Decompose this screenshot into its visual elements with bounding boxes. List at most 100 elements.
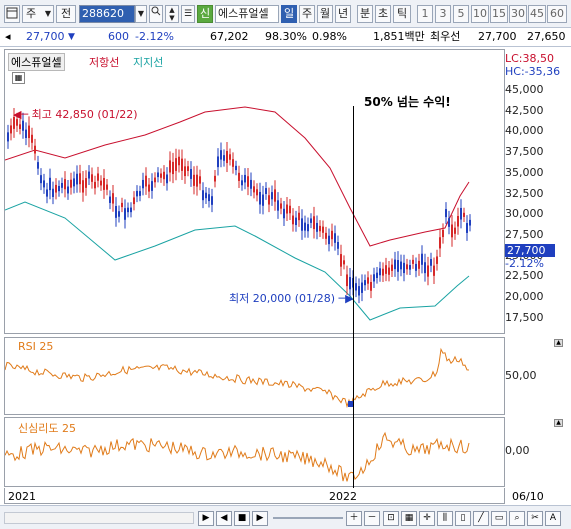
- candle-body: [241, 180, 243, 186]
- down-arrow-icon: ▼: [68, 32, 75, 42]
- play-icon[interactable]: ▶: [198, 511, 214, 526]
- candle-body: [448, 218, 450, 227]
- stock-code-input[interactable]: 288620: [79, 5, 135, 23]
- candle-body: [325, 232, 327, 239]
- candle-body: [115, 206, 117, 218]
- price-tag: 27,700: [505, 244, 555, 257]
- candle-body: [130, 207, 132, 213]
- candle-body: [205, 192, 207, 199]
- quote-bar: ◂ 27,700 ▼ 600 -2.12% 67,202 98.30% 0.98…: [0, 28, 571, 47]
- price-tick-label: 27,500: [505, 227, 544, 241]
- interval-60-button[interactable]: 60: [547, 5, 567, 23]
- toggle-new-button[interactable]: 신: [197, 5, 213, 23]
- rsi-pane[interactable]: RSI 25: [4, 337, 505, 415]
- pane-maximize-icon[interactable]: ▲: [554, 339, 563, 347]
- chevron-down-icon: ▼: [44, 9, 51, 18]
- candle-body: [178, 156, 180, 166]
- price-pane[interactable]: 에스퓨얼셀 저항선 지지선 ▦ ◀─ 최고 42,850 (01/22) 최저 …: [4, 49, 505, 334]
- pane-maximize-icon[interactable]: ▲: [554, 419, 563, 427]
- candle-body: [364, 280, 366, 286]
- resistance-line: [5, 106, 470, 247]
- candle-body: [181, 158, 183, 171]
- search-zoom-icon[interactable]: ⌕: [509, 511, 525, 526]
- candle-body: [163, 171, 165, 180]
- candle-body: [238, 172, 240, 181]
- rsi-chart: [5, 347, 470, 409]
- psy-pane[interactable]: 신심리도 25: [4, 417, 505, 487]
- psy-ytick: 0,00: [505, 444, 530, 457]
- candle-body: [292, 215, 294, 225]
- trash-icon[interactable]: ✂: [527, 511, 543, 526]
- interval-15-button[interactable]: 15: [490, 5, 508, 23]
- legend-support[interactable]: 지지선: [133, 54, 163, 70]
- period-minute-button[interactable]: 분: [357, 5, 373, 23]
- interval-1-button[interactable]: 1: [417, 5, 433, 23]
- candle-body: [469, 219, 471, 226]
- interval-45-button[interactable]: 45: [528, 5, 546, 23]
- type-label: 전: [60, 7, 72, 20]
- interval-label: 5: [457, 7, 465, 20]
- code-dropdown-icon[interactable]: ▼: [135, 5, 147, 23]
- chart-menu-icon[interactable]: [4, 5, 20, 23]
- period-label: 년: [337, 7, 349, 20]
- period-second-button[interactable]: 초: [375, 5, 391, 23]
- spin-updown-icon[interactable]: ▲ ▼: [165, 5, 179, 23]
- candle-body: [259, 191, 261, 205]
- step-forward-icon[interactable]: ▶: [252, 511, 268, 526]
- legend-stock[interactable]: 에스퓨얼셀: [8, 53, 65, 71]
- candle-body: [340, 254, 342, 267]
- period-day-button[interactable]: 일: [281, 5, 297, 23]
- candle-body: [121, 202, 123, 208]
- search-icon[interactable]: [149, 5, 163, 23]
- zoom-in-icon[interactable]: ＋: [346, 511, 362, 526]
- candle-body: [460, 207, 462, 220]
- candle-icon[interactable]: ▯: [455, 511, 471, 526]
- interval-5-button[interactable]: 5: [453, 5, 469, 23]
- candle-body: [223, 155, 225, 161]
- market-select[interactable]: 주 ▼: [22, 5, 54, 23]
- interval-10-button[interactable]: 10: [471, 5, 489, 23]
- candle-body: [253, 186, 255, 193]
- candle-body: [70, 179, 72, 188]
- stock-name-field[interactable]: 에스퓨얼셀: [215, 5, 279, 23]
- step-back-icon[interactable]: ◀: [216, 511, 232, 526]
- interval-label: 45: [530, 7, 544, 20]
- period-week-button[interactable]: 주: [299, 5, 315, 23]
- candle-body: [145, 175, 147, 187]
- grid-toggle-icon[interactable]: ▦: [401, 511, 417, 526]
- type-select[interactable]: 전: [56, 5, 76, 23]
- interval-3-button[interactable]: 3: [435, 5, 451, 23]
- speed-slider[interactable]: [273, 517, 343, 519]
- line-icon[interactable]: ╱: [473, 511, 489, 526]
- interval-30-button[interactable]: 30: [509, 5, 527, 23]
- period-label: 월: [319, 7, 331, 20]
- profit-callout: 50% 넘는 수익!: [364, 95, 451, 109]
- stop-icon[interactable]: ■: [234, 511, 250, 526]
- candle-body: [97, 173, 99, 181]
- candle-body: [151, 181, 153, 191]
- candle-body: [19, 124, 21, 130]
- text-tool-icon[interactable]: A: [545, 511, 561, 526]
- psy-title: 신심리도 25: [18, 422, 76, 435]
- trade-amount: 1,851백만: [373, 30, 425, 43]
- candle-body: [64, 179, 66, 190]
- rsi-ytick: 50,00: [505, 369, 537, 382]
- period-tick-button[interactable]: 틱: [393, 5, 411, 23]
- crosshair-icon[interactable]: ✛: [419, 511, 435, 526]
- scroll-track[interactable]: [4, 512, 194, 524]
- marker-line: [353, 106, 354, 488]
- ruler-icon[interactable]: ▭: [491, 511, 507, 526]
- legend-resistance[interactable]: 저항선: [89, 54, 119, 70]
- bar-type-icon[interactable]: ⫼: [437, 511, 453, 526]
- zoom-out-icon[interactable]: －: [364, 511, 380, 526]
- grid-icon[interactable]: ▦: [12, 72, 25, 84]
- period-year-button[interactable]: 년: [335, 5, 351, 23]
- fit-icon[interactable]: ⊡: [383, 511, 399, 526]
- quote-scroll-icon[interactable]: ◂: [5, 28, 15, 46]
- chart-type-icon[interactable]: ☰: [181, 5, 195, 23]
- candle-body: [430, 259, 432, 266]
- period-month-button[interactable]: 월: [317, 5, 333, 23]
- period-label: 틱: [396, 7, 408, 20]
- candle-body: [418, 260, 420, 269]
- x-label-2021: 2021: [8, 490, 36, 503]
